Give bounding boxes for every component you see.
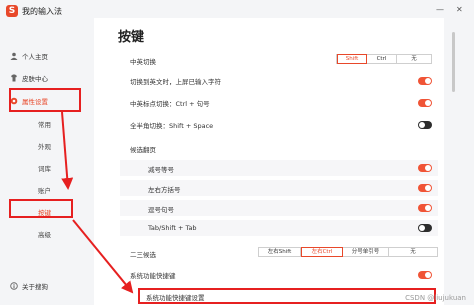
annotation-arrows [61, 111, 134, 294]
arrow-to-shortcut-settings [72, 219, 134, 294]
watermark: CSDN @liujukuan [405, 294, 466, 302]
arrow-to-keys [61, 111, 74, 190]
